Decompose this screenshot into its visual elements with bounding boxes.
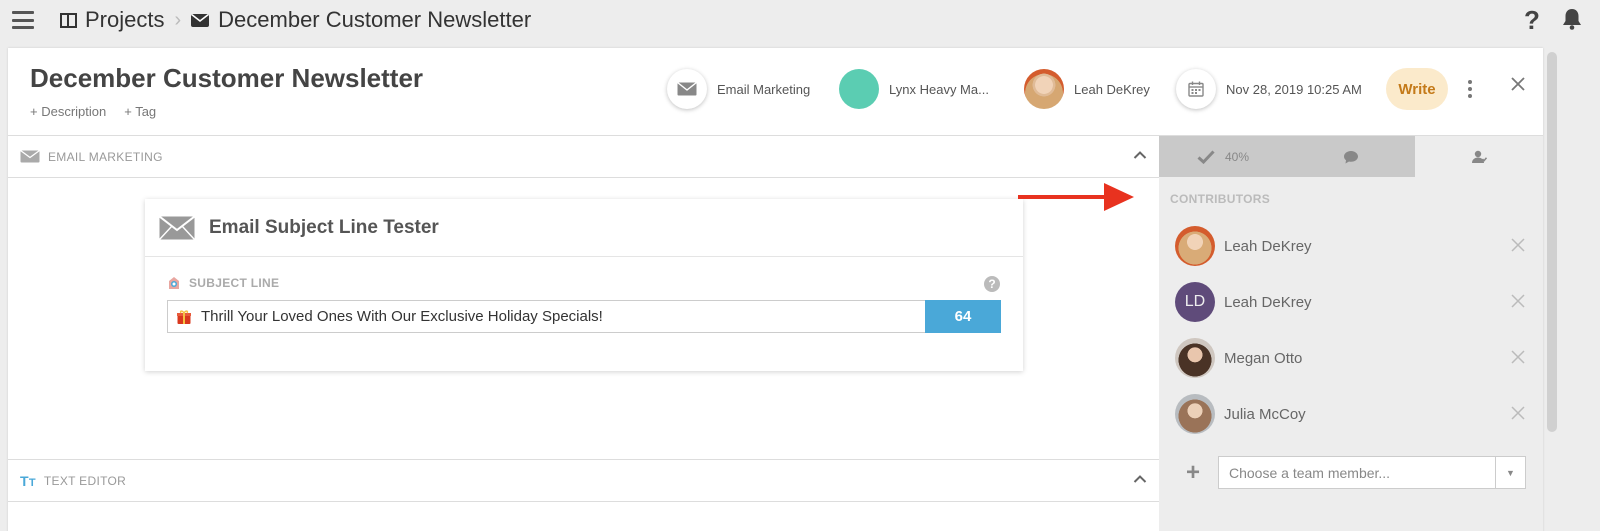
avatar: [1175, 394, 1215, 434]
avatar: [1024, 69, 1064, 109]
team-member-select-placeholder: Choose a team member...: [1229, 464, 1391, 481]
calendar-icon: [1176, 69, 1216, 109]
chevron-right-icon: ›: [174, 8, 182, 31]
section-title: EMAIL MARKETING: [48, 149, 163, 164]
owner-chip[interactable]: Leah DeKrey: [1024, 68, 1150, 110]
chevron-up-icon[interactable]: [1133, 474, 1147, 484]
bell-icon[interactable]: [1562, 8, 1582, 30]
chevron-up-icon[interactable]: [1133, 150, 1147, 160]
projects-icon: [60, 12, 77, 28]
contributor-item: Julia McCoy: [1175, 394, 1525, 434]
subject-line-value: Thrill Your Loved Ones With Our Exclusiv…: [201, 308, 603, 325]
sidebar: 40% CONTRIBUTORS Leah DeKrey LD Leah DeK…: [1159, 135, 1543, 531]
avatar: LD: [1175, 282, 1215, 322]
sidebar-tabs: 40%: [1159, 136, 1543, 177]
remove-icon[interactable]: [1511, 406, 1525, 420]
brand-color-swatch: [839, 69, 879, 109]
avatar: [1175, 226, 1215, 266]
remove-icon[interactable]: [1511, 294, 1525, 308]
email-marketing-section-header[interactable]: EMAIL MARKETING: [8, 136, 1159, 178]
add-member-icon[interactable]: +: [1186, 459, 1200, 487]
content-pane: EMAIL MARKETING Email Subject Line Teste…: [8, 135, 1159, 531]
envelope-icon: [159, 215, 195, 240]
contributor-item: LD Leah DeKrey: [1175, 282, 1525, 322]
channel-label: Email Marketing: [717, 81, 811, 97]
progress-percent: 40%: [1224, 149, 1250, 164]
page-title: December Customer Newsletter: [30, 63, 424, 93]
channel-chip[interactable]: Email Marketing: [667, 68, 810, 110]
envelope-icon: [191, 13, 210, 27]
text-editor-section-header[interactable]: TT TEXT EDITOR: [8, 459, 1159, 502]
contributor-item: Leah DeKrey: [1175, 226, 1525, 266]
contributor-name: Megan Otto: [1224, 349, 1303, 367]
subject-line-label-text: SUBJECT LINE: [189, 276, 280, 290]
meta-links: + Description + Tag: [30, 104, 156, 119]
contributor-name: Julia McCoy: [1224, 405, 1306, 423]
close-icon[interactable]: [1510, 76, 1526, 92]
contributor-name: Leah DeKrey: [1224, 237, 1312, 255]
contributor-item: Megan Otto: [1175, 338, 1525, 378]
tab-contributors[interactable]: [1415, 136, 1543, 177]
top-bar: Projects › December Customer Newsletter …: [0, 0, 1600, 44]
tab-comments[interactable]: [1287, 136, 1415, 177]
inbox-icon: [169, 277, 179, 289]
brand-label: Lynx Heavy Ma...: [889, 81, 989, 97]
speech-bubble-icon: [1344, 150, 1358, 163]
help-icon[interactable]: ?: [1524, 5, 1540, 36]
breadcrumb-current: December Customer Newsletter: [218, 7, 532, 32]
avatar: [1175, 338, 1215, 378]
brand-chip[interactable]: Lynx Heavy Ma...: [839, 68, 989, 110]
remove-icon[interactable]: [1511, 238, 1525, 252]
section-title: TEXT EDITOR: [43, 473, 127, 488]
breadcrumb-projects-link[interactable]: Projects: [85, 7, 164, 33]
team-member-select[interactable]: Choose a team member... ▼: [1218, 456, 1526, 489]
tab-checklist[interactable]: 40%: [1159, 136, 1287, 177]
tester-title: Email Subject Line Tester: [209, 216, 439, 238]
subject-line-tester-card: Email Subject Line Tester SUBJECT LINE ?…: [145, 199, 1023, 371]
contributor-name: Leah DeKrey: [1224, 293, 1312, 311]
text-format-icon: TT: [20, 472, 36, 489]
envelope-icon: [667, 69, 707, 109]
caret-down-icon[interactable]: ▼: [1495, 457, 1525, 488]
gift-emoji-icon: [177, 309, 191, 324]
breadcrumb: Projects › December Customer Newsletter: [60, 7, 531, 33]
contributors-label: CONTRIBUTORS: [1170, 192, 1271, 206]
owner-label: Leah DeKrey: [1074, 81, 1150, 97]
date-label: Nov 28, 2019 10:25 AM: [1226, 81, 1362, 97]
subject-line-label: SUBJECT LINE: [167, 276, 279, 290]
hamburger-menu-icon[interactable]: [12, 11, 34, 29]
project-card: December Customer Newsletter + Descripti…: [8, 48, 1543, 531]
user-icon: [1472, 150, 1487, 163]
add-description-link[interactable]: + Description: [30, 104, 106, 119]
subject-line-score: 64: [925, 300, 1001, 333]
subject-line-input[interactable]: Thrill Your Loved Ones With Our Exclusiv…: [167, 300, 925, 333]
scrollbar[interactable]: [1547, 52, 1557, 432]
write-button[interactable]: Write: [1386, 68, 1448, 110]
annotation-arrow-icon: [1018, 183, 1134, 211]
tester-header: Email Subject Line Tester: [145, 199, 1023, 257]
date-chip[interactable]: Nov 28, 2019 10:25 AM: [1176, 68, 1362, 110]
remove-icon[interactable]: [1511, 350, 1525, 364]
help-circle-icon[interactable]: ?: [984, 276, 1000, 292]
checkmark-icon: [1197, 149, 1215, 164]
more-options-icon[interactable]: [1468, 80, 1472, 98]
add-tag-link[interactable]: + Tag: [124, 104, 156, 119]
envelope-icon: [20, 150, 40, 163]
